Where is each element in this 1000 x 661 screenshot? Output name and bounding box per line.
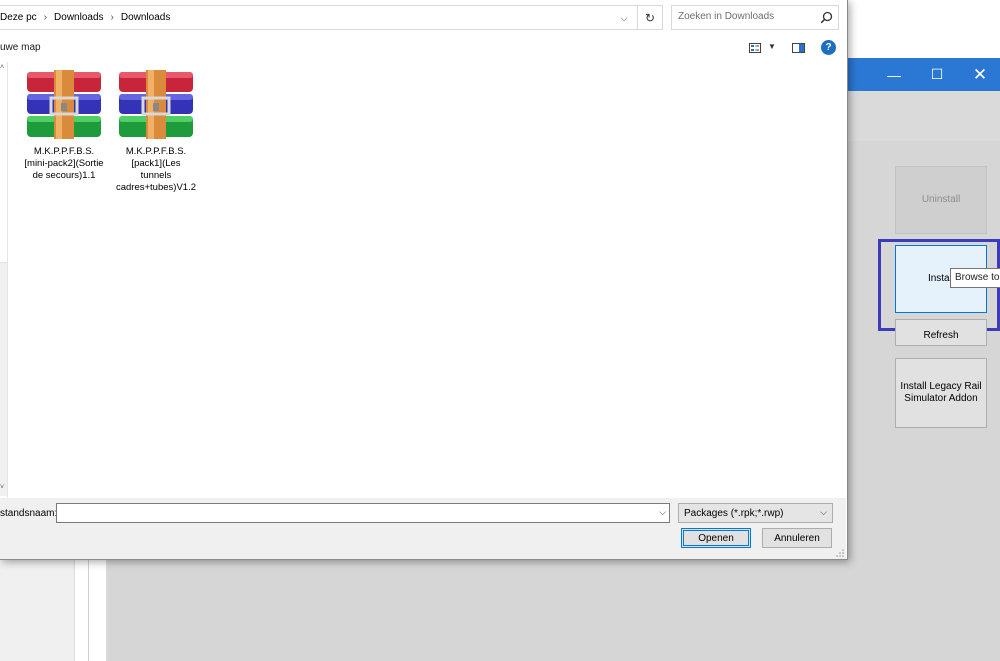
chevron-down-icon[interactable]: ⌵: [659, 507, 666, 518]
file-list: M.K.P.P.F.B.S.[mini-pack2](Sortie de sec…: [9, 62, 846, 498]
file-item[interactable]: M.K.P.P.F.B.S.[mini-pack2](Sortie de sec…: [19, 70, 109, 182]
scroll-down-icon[interactable]: ˅: [0, 484, 4, 491]
filename-label: standsnaam:: [0, 508, 58, 519]
open-button[interactable]: Openen: [681, 528, 751, 548]
navigation-pane[interactable]: ˄ ˅: [0, 62, 8, 498]
file-name: M.K.P.P.F.B.S.[mini-pack2](Sortie de sec…: [24, 146, 104, 181]
winrar-archive-icon: [119, 70, 193, 139]
filename-input[interactable]: [60, 507, 650, 518]
chevron-right-icon: ›: [43, 12, 48, 23]
file-item[interactable]: M.K.P.P.F.B.S.[pack1](Les tunnels cadres…: [111, 70, 201, 194]
filetype-value: Packages (*.rpk;*.rwp): [684, 508, 784, 519]
filetype-select[interactable]: Packages (*.rpk;*.rwp) ⌵: [678, 503, 833, 523]
refresh-button[interactable]: Refresh: [895, 319, 987, 346]
install-legacy-addon-button[interactable]: Install Legacy Rail Simulator Addon: [895, 358, 987, 428]
background-side-strip: [88, 550, 106, 661]
chevron-right-icon: ›: [110, 12, 114, 23]
breadcrumb-item[interactable]: Downloads: [121, 12, 170, 23]
file-open-dialog: Deze pc › Downloads › Downloads ⌵ ↻ uwe …: [0, 0, 848, 560]
background-side-panel: [0, 550, 75, 661]
search-input[interactable]: [678, 11, 818, 22]
address-bar[interactable]: Deze pc › Downloads › Downloads ⌵: [0, 5, 638, 30]
dialog-footer: standsnaam: ⌵ Packages (*.rpk;*.rwp) ⌵ O…: [0, 498, 846, 559]
file-name: M.K.P.P.F.B.S.[pack1](Les tunnels cadres…: [115, 146, 196, 193]
uninstall-button[interactable]: Uninstall: [895, 166, 987, 234]
preview-pane-icon[interactable]: [792, 43, 805, 53]
scrollbar-thumb[interactable]: [0, 262, 7, 496]
dialog-toolbar: uwe map ▼ ?: [0, 36, 846, 60]
close-button[interactable]: ✕: [957, 58, 1000, 91]
tooltip: Browse to: [950, 268, 1000, 288]
breadcrumb: Deze pc › Downloads › Downloads: [0, 12, 170, 23]
caret-down-icon[interactable]: ▼: [768, 42, 776, 51]
scroll-up-icon[interactable]: ˄: [0, 64, 4, 71]
breadcrumb-item[interactable]: Deze pc: [0, 12, 37, 23]
winrar-archive-icon: [27, 70, 101, 139]
view-options-icon[interactable]: [749, 43, 761, 53]
search-box[interactable]: [671, 5, 839, 30]
help-icon[interactable]: ?: [821, 40, 836, 55]
cancel-button[interactable]: Annuleren: [762, 528, 832, 548]
refresh-icon[interactable]: ↻: [637, 5, 663, 30]
chevron-down-icon: ⌵: [820, 507, 827, 517]
resize-grip-icon[interactable]: [836, 549, 844, 557]
maximize-button[interactable]: ☐: [914, 58, 960, 91]
chevron-down-icon[interactable]: ⌵: [617, 11, 631, 25]
new-folder-button[interactable]: uwe map: [0, 42, 41, 53]
minimize-button[interactable]: —: [871, 58, 917, 91]
filename-field[interactable]: ⌵: [56, 503, 670, 523]
breadcrumb-item[interactable]: Downloads: [54, 12, 103, 23]
search-icon[interactable]: [820, 11, 833, 24]
